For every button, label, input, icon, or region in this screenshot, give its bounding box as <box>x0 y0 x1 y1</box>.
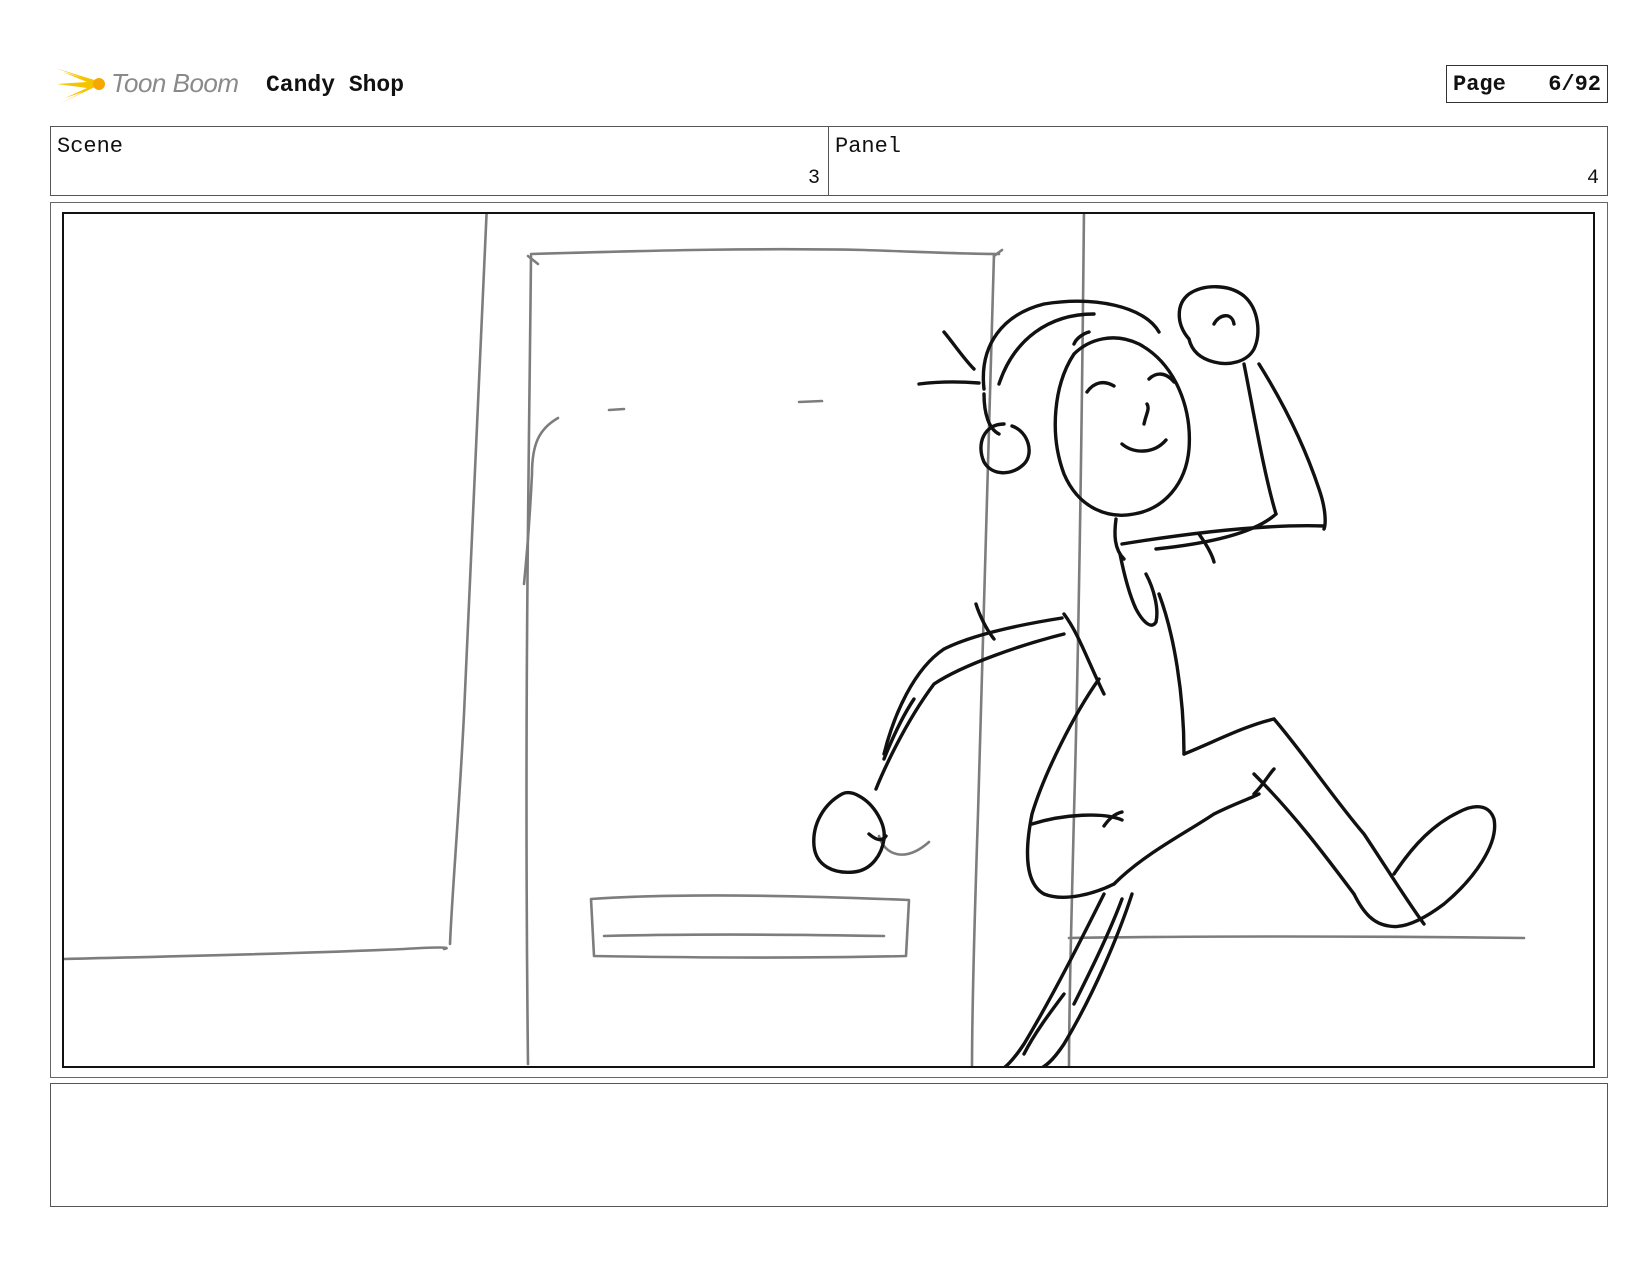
toon-boom-burst-icon <box>55 68 105 104</box>
toon-boom-logo: Toon Boom <box>53 60 253 108</box>
character-sketch <box>812 285 1497 1066</box>
storyboard-drawing-area <box>62 212 1595 1068</box>
page-header: Toon Boom Candy Shop Page 6/92 <box>50 58 1608 108</box>
storyboard-sketch <box>64 214 1526 1066</box>
panel-notes <box>50 1083 1608 1207</box>
brand-name: Toon Boom <box>111 68 239 98</box>
scene-panel-info: Scene 3 Panel 4 <box>50 126 1608 196</box>
project-title: Candy Shop <box>266 72 405 98</box>
scene-cell: Scene 3 <box>51 127 829 195</box>
page-label: Page <box>1453 71 1506 97</box>
background-sketch <box>64 214 1526 1066</box>
notes-text <box>51 1084 1607 1100</box>
panel-number: 4 <box>1586 167 1599 190</box>
panel-cell: Panel 4 <box>829 127 1607 195</box>
scene-number: 3 <box>807 167 820 190</box>
page-number: 6/92 <box>1548 71 1601 97</box>
page-indicator: Page 6/92 <box>1446 65 1608 103</box>
panel-label: Panel <box>835 134 902 159</box>
storyboard-panel-frame <box>50 202 1608 1078</box>
scene-label: Scene <box>57 134 124 159</box>
